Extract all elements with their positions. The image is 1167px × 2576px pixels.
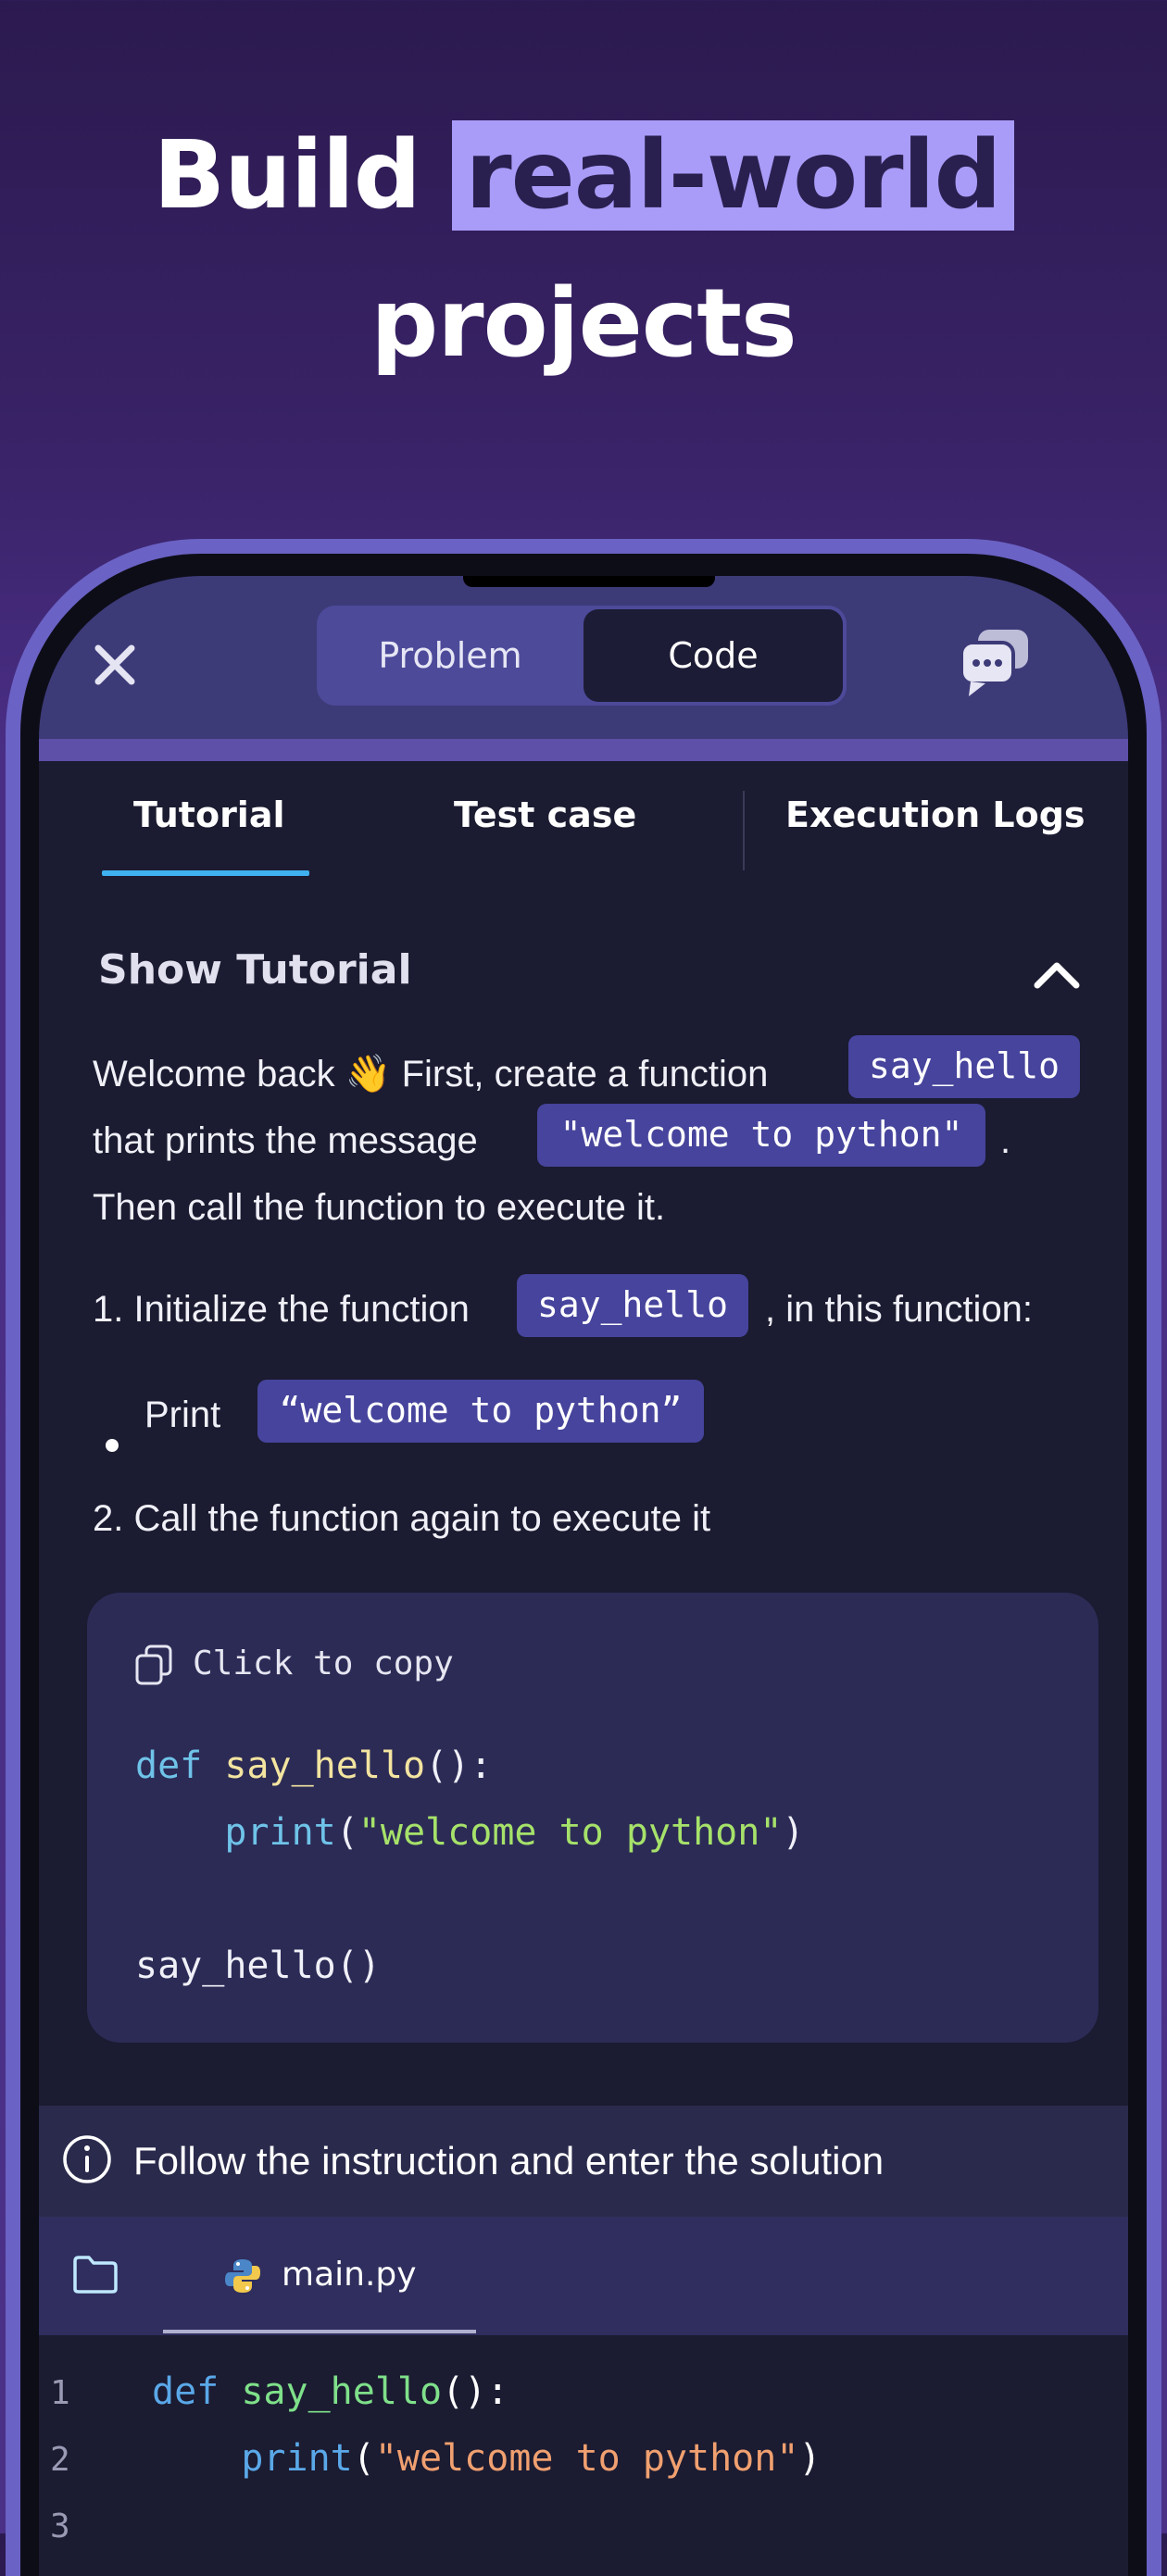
code-line-1: def say_hello():: [135, 1744, 492, 1787]
code-keyword: def: [152, 2370, 220, 2413]
line-number: 2: [50, 2441, 70, 2479]
headline-line-1: Build real-world: [0, 102, 1167, 250]
headline-line-2: projects: [370, 269, 797, 379]
tab-test-case[interactable]: Test case: [454, 794, 636, 835]
close-icon[interactable]: [87, 637, 143, 693]
code-punctuation: ): [798, 2437, 822, 2480]
tutorial-text: that prints the message: [93, 1120, 478, 1161]
dynamic-island: [463, 576, 715, 587]
code-punctuation: (: [335, 1811, 358, 1854]
segment-problem[interactable]: Problem: [320, 609, 580, 702]
tab-bar: Tutorial Test case Execution Logs: [39, 761, 1128, 876]
code-builtin: print: [224, 1811, 336, 1854]
segment-code[interactable]: Code: [584, 609, 843, 702]
copy-icon[interactable]: [135, 1644, 172, 1685]
line-number: 3: [50, 2507, 70, 2545]
code-string: "welcome to python": [374, 2437, 799, 2480]
phone-bezel: Problem Code Tutorial Test case Executio…: [20, 554, 1147, 2576]
code-chip: "welcome to python": [537, 1104, 985, 1167]
file-tab-bar: main.py: [39, 2217, 1128, 2335]
code-punctuation: ():: [425, 1744, 493, 1787]
file-tab-indicator: [163, 2330, 476, 2333]
tutorial-step: , in this function:: [765, 1289, 1034, 1330]
code-line-2: print("welcome to python"): [135, 1811, 805, 1854]
chat-icon[interactable]: [958, 624, 1035, 702]
code-keyword: def: [135, 1744, 203, 1787]
python-icon: [224, 2257, 261, 2295]
top-bar-stripe: [39, 739, 1128, 761]
headline: Build real-world projects: [0, 102, 1167, 398]
code-function: say_hello: [241, 2370, 443, 2413]
code-builtin: print: [241, 2437, 353, 2480]
code-editor[interactable]: 1 2 3 def say_hello(): print("welcome to…: [39, 2335, 1128, 2576]
top-bar: Problem Code: [39, 576, 1128, 761]
tutorial-text: .: [1000, 1120, 1011, 1161]
bullet-dot: [106, 1439, 119, 1452]
tutorial-step: 2. Call the function again to execute it: [93, 1498, 711, 1539]
code-chip: say_hello: [517, 1274, 748, 1337]
code-function: say_hello: [224, 1744, 426, 1787]
tab-tutorial[interactable]: Tutorial: [133, 794, 285, 835]
instruction-bar: Follow the instruction and enter the sol…: [39, 2106, 1128, 2217]
copy-button[interactable]: Click to copy: [193, 1644, 454, 1682]
headline-prefix: Build: [153, 120, 420, 231]
problem-code-toggle: Problem Code: [317, 606, 847, 706]
editor-line-1[interactable]: def say_hello():: [152, 2370, 508, 2413]
line-number: 1: [50, 2374, 70, 2412]
show-tutorial-toggle[interactable]: Show Tutorial: [98, 946, 412, 994]
info-icon: [61, 2133, 113, 2185]
tab-execution-logs[interactable]: Execution Logs: [785, 794, 1085, 835]
app-screen: Problem Code Tutorial Test case Executio…: [39, 576, 1128, 2576]
tab-divider: [743, 791, 745, 870]
folder-icon[interactable]: [72, 2254, 119, 2295]
editor-line-2[interactable]: print("welcome to python"): [152, 2437, 822, 2480]
code-punctuation: ():: [442, 2370, 509, 2413]
instruction-text: Follow the instruction and enter the sol…: [133, 2139, 885, 2182]
tutorial-bullet: Print: [144, 1394, 221, 1435]
code-string: "welcome to python": [358, 1811, 783, 1854]
tutorial-text: Then call the function to execute it.: [93, 1187, 666, 1228]
code-punctuation: (: [352, 2437, 375, 2480]
code-punctuation: ): [782, 1811, 805, 1854]
code-chip: say_hello: [848, 1035, 1080, 1098]
code-line-4: say_hello(): [135, 1945, 381, 1987]
tutorial-text: Welcome back 👋 First, create a function: [93, 1054, 769, 1094]
chevron-up-icon[interactable]: [1024, 943, 1089, 1007]
phone-frame: Problem Code Tutorial Test case Executio…: [6, 539, 1161, 2576]
active-tab-indicator: [102, 870, 309, 876]
code-snippet-card: Click to copy def say_hello(): print("we…: [87, 1593, 1098, 2043]
headline-highlight: real-world: [452, 120, 1014, 231]
tutorial-step: 1. Initialize the function: [93, 1289, 470, 1330]
file-tab-main-py[interactable]: main.py: [282, 2256, 417, 2294]
code-chip: “welcome to python”: [257, 1380, 704, 1443]
